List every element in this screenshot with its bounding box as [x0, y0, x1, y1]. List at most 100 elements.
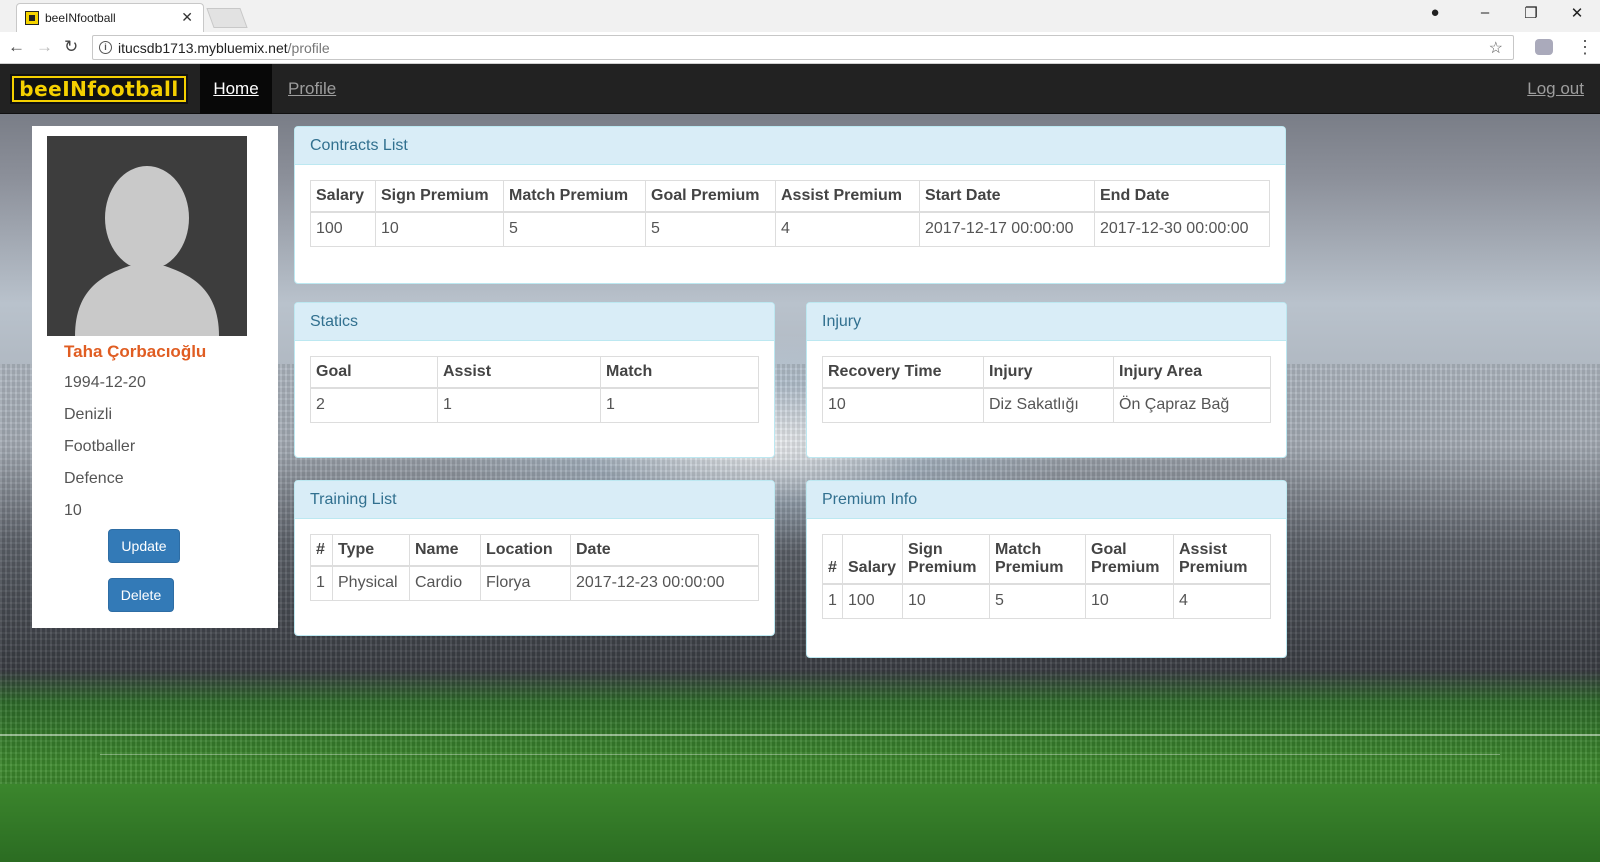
statics-title: Statics — [295, 303, 774, 341]
statics-panel: Statics Goal Assist Match 2 1 1 — [294, 302, 775, 458]
url-host: itucsdb1713.mybluemix.net — [118, 40, 288, 56]
url-input[interactable]: i itucsdb1713.mybluemix.net/profile ☆ — [92, 35, 1514, 60]
premium-title: Premium Info — [807, 481, 1286, 519]
table-cell: Florya — [480, 565, 571, 601]
player-position: Defence — [64, 470, 124, 487]
close-tab-icon[interactable]: ✕ — [181, 9, 193, 26]
training-title: Training List — [295, 481, 774, 519]
training-col-header: # — [310, 534, 333, 567]
premium-col-header: Sign Premium — [902, 534, 990, 585]
table-cell: Cardio — [409, 565, 481, 601]
premium-table: # Salary Sign Premium Match Premium Goal… — [822, 534, 1271, 619]
url-path: /profile — [287, 40, 330, 56]
reload-icon[interactable]: ↻ — [64, 37, 78, 57]
table-cell: 4 — [1173, 583, 1271, 619]
browser-tabbar: beeINfootball ✕ ● – ❐ ✕ — [0, 0, 1600, 32]
training-table: # Type Name Location Date 1 Physical Car… — [310, 534, 759, 601]
contracts-col-header: End Date — [1094, 180, 1270, 213]
table-cell: 10 — [375, 211, 504, 247]
table-cell: 2017-12-30 00:00:00 — [1094, 211, 1270, 247]
injury-table: Recovery Time Injury Injury Area 10 Diz … — [822, 356, 1271, 423]
pitch-line — [0, 734, 1600, 736]
table-cell: 4 — [775, 211, 920, 247]
premium-col-header: Salary — [842, 534, 903, 585]
table-cell: Physical — [332, 565, 410, 601]
browser-menu-icon[interactable]: ⋮ — [1576, 37, 1594, 58]
profile-card: Taha Çorbacıoğlu 1994-12-20 Denizli Foot… — [32, 126, 278, 628]
page-background: beeINfootball Home Profile Log out Taha … — [0, 64, 1600, 862]
table-cell: 1 — [437, 387, 601, 423]
bookmark-star-icon[interactable]: ☆ — [1489, 38, 1503, 58]
player-name: Taha Çorbacıoğlu — [64, 342, 207, 361]
premium-panel: Premium Info # Salary Sign Premium Match… — [806, 480, 1287, 658]
avatar — [47, 136, 247, 336]
minimize-icon[interactable]: – — [1474, 4, 1496, 21]
table-cell: 1 — [310, 565, 333, 601]
info-icon[interactable]: i — [99, 41, 112, 54]
update-button[interactable]: Update — [108, 529, 180, 563]
contracts-col-header: Match Premium — [503, 180, 646, 213]
injury-title: Injury — [807, 303, 1286, 341]
table-cell: 1 — [600, 387, 759, 423]
contracts-title: Contracts List — [295, 127, 1285, 165]
pitch-line — [100, 754, 1500, 755]
statics-table: Goal Assist Match 2 1 1 — [310, 356, 759, 423]
table-cell: 10 — [902, 583, 990, 619]
table-cell: 2017-12-23 00:00:00 — [570, 565, 759, 601]
contracts-panel: Contracts List Salary Sign Premium Match… — [294, 126, 1286, 284]
injury-col-header: Injury Area — [1113, 356, 1271, 389]
back-arrow-icon[interactable]: ← — [8, 37, 25, 57]
restore-icon[interactable]: ❐ — [1520, 4, 1542, 22]
table-cell: 2 — [310, 387, 438, 423]
brand-logo[interactable]: beeINfootball — [10, 74, 188, 104]
training-col-header: Type — [332, 534, 410, 567]
contracts-col-header: Assist Premium — [775, 180, 920, 213]
premium-col-header: Assist Premium — [1173, 534, 1271, 585]
account-icon[interactable]: ● — [1424, 4, 1446, 21]
injury-col-header: Recovery Time — [822, 356, 984, 389]
nav-profile-link[interactable]: Profile — [288, 64, 336, 114]
table-cell: 10 — [822, 387, 984, 423]
extension-icon[interactable] — [1535, 39, 1553, 55]
contracts-col-header: Sign Premium — [375, 180, 504, 213]
table-cell: 5 — [503, 211, 646, 247]
contracts-col-header: Start Date — [919, 180, 1095, 213]
statics-col-header: Match — [600, 356, 759, 389]
player-number: 10 — [64, 502, 82, 519]
training-col-header: Name — [409, 534, 481, 567]
premium-col-header: # — [822, 534, 843, 585]
table-cell: 10 — [1085, 583, 1174, 619]
site-navbar: beeINfootball Home Profile Log out — [0, 64, 1600, 114]
table-cell: 1 — [822, 583, 843, 619]
training-col-header: Location — [480, 534, 571, 567]
delete-button[interactable]: Delete — [108, 578, 174, 612]
table-cell: 2017-12-17 00:00:00 — [919, 211, 1095, 247]
player-role: Footballer — [64, 438, 136, 455]
logout-link[interactable]: Log out — [1527, 64, 1584, 114]
forward-arrow-icon[interactable]: → — [36, 37, 53, 57]
player-birth-date: 1994-12-20 — [64, 374, 146, 391]
site-favicon-icon — [25, 11, 39, 25]
premium-col-header: Goal Premium — [1085, 534, 1174, 585]
table-row: 1 Physical Cardio Florya 2017-12-23 00:0… — [310, 565, 759, 601]
table-cell: Diz Sakatlığı — [983, 387, 1114, 423]
training-col-header: Date — [570, 534, 759, 567]
training-panel: Training List # Type Name Location Date … — [294, 480, 775, 636]
injury-panel: Injury Recovery Time Injury Injury Area … — [806, 302, 1287, 458]
new-tab-button[interactable] — [206, 8, 248, 28]
contracts-table: Salary Sign Premium Match Premium Goal P… — [310, 180, 1270, 247]
nav-home-link[interactable]: Home — [200, 64, 272, 114]
browser-tab[interactable]: beeINfootball ✕ — [16, 3, 204, 32]
address-bar: ← → ↻ i itucsdb1713.mybluemix.net/profil… — [0, 32, 1600, 64]
table-row: 100 10 5 5 4 2017-12-17 00:00:00 2017-12… — [310, 211, 1270, 247]
table-row: 2 1 1 — [310, 387, 759, 423]
table-row: 10 Diz Sakatlığı Ön Çapraz Bağ — [822, 387, 1271, 423]
tab-title: beeINfootball — [45, 11, 116, 25]
table-cell: 100 — [310, 211, 376, 247]
table-cell: 5 — [989, 583, 1086, 619]
contracts-col-header: Salary — [310, 180, 376, 213]
statics-col-header: Goal — [310, 356, 438, 389]
brand-text: beeINfootball — [14, 78, 184, 100]
injury-col-header: Injury — [983, 356, 1114, 389]
close-window-icon[interactable]: ✕ — [1566, 4, 1588, 22]
